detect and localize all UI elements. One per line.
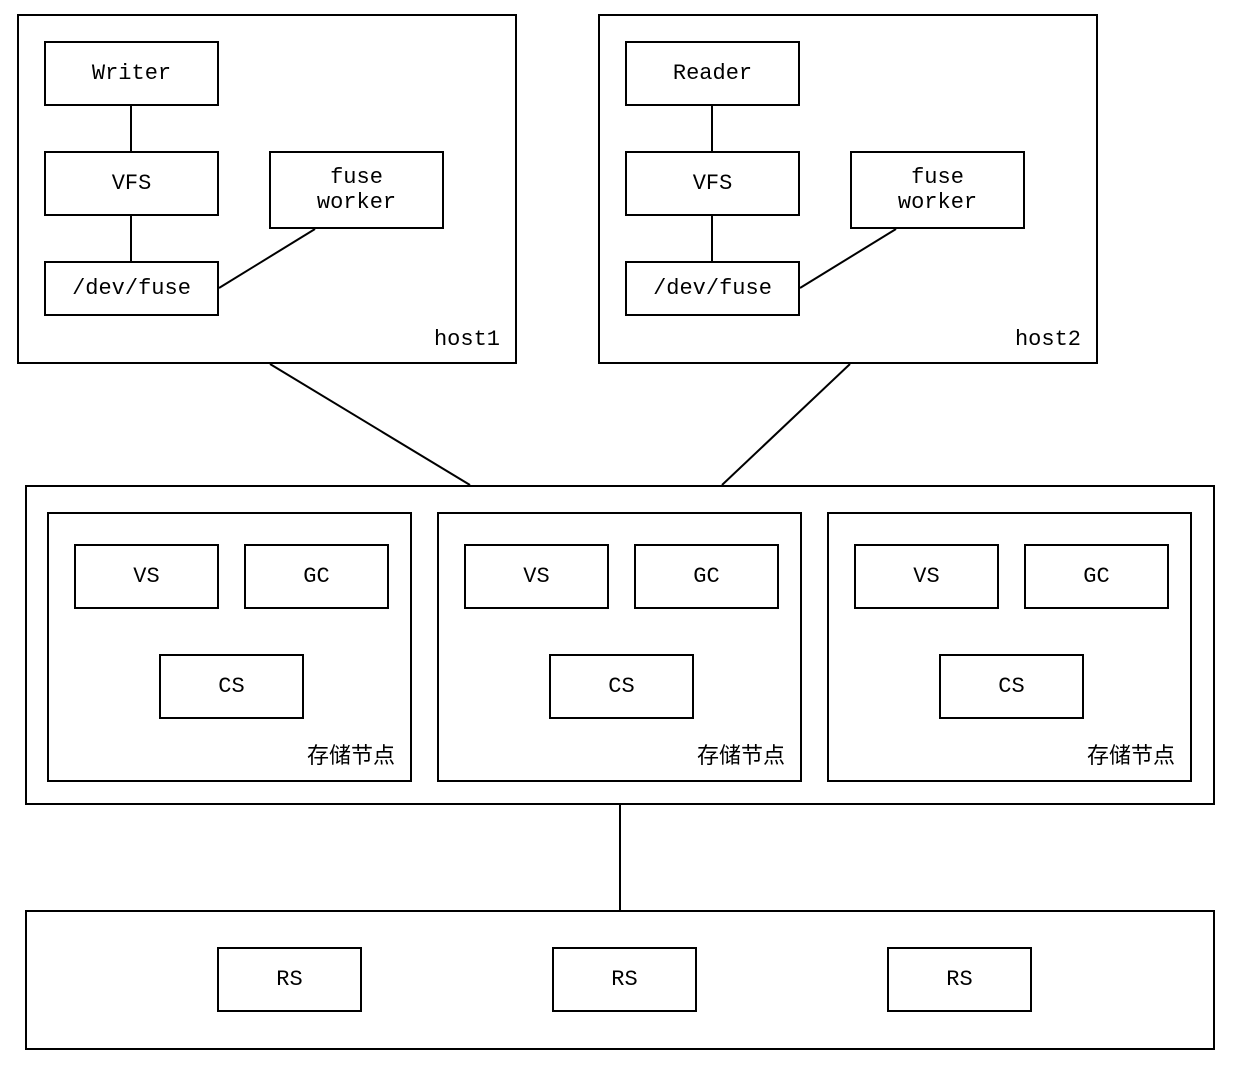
host1-label: host1: [434, 327, 500, 352]
fuseworker-line2-host1: worker: [317, 190, 396, 215]
host2-container: Reader VFS fuse worker /dev/fuse host2: [598, 14, 1098, 364]
storage-tier-container: VS GC CS 存储节点 VS GC CS 存储节点 VS GC CS: [25, 485, 1215, 805]
vs-label-1: VS: [133, 564, 159, 589]
gc-box-1: GC: [244, 544, 389, 609]
fuseworker-box-host2: fuse worker: [850, 151, 1025, 229]
vs-box-1: VS: [74, 544, 219, 609]
writer-box: Writer: [44, 41, 219, 106]
storage-node-label-3: 存储节点: [1087, 738, 1175, 770]
fuseworker-line1-host1: fuse: [330, 165, 383, 190]
storage-node-3: VS GC CS 存储节点: [827, 512, 1192, 782]
vs-label-2: VS: [523, 564, 549, 589]
cs-box-3: CS: [939, 654, 1084, 719]
devfuse-label-host1: /dev/fuse: [72, 276, 191, 301]
storage-node-label-1: 存储节点: [307, 738, 395, 770]
gc-box-2: GC: [634, 544, 779, 609]
cs-label-1: CS: [218, 674, 244, 699]
writer-label: Writer: [92, 61, 171, 86]
cs-box-2: CS: [549, 654, 694, 719]
vs-box-3: VS: [854, 544, 999, 609]
host2-label: host2: [1015, 327, 1081, 352]
gc-box-3: GC: [1024, 544, 1169, 609]
gc-label-2: GC: [693, 564, 719, 589]
storage-node-2: VS GC CS 存储节点: [437, 512, 802, 782]
storage-node-label-2: 存储节点: [697, 738, 785, 770]
vs-label-3: VS: [913, 564, 939, 589]
devfuse-label-host2: /dev/fuse: [653, 276, 772, 301]
gc-label-3: GC: [1083, 564, 1109, 589]
vfs-box-host1: VFS: [44, 151, 219, 216]
rs-label-2: RS: [611, 967, 637, 992]
fuseworker-line2-host2: worker: [898, 190, 977, 215]
rs-label-3: RS: [946, 967, 972, 992]
rs-box-3: RS: [887, 947, 1032, 1012]
cs-label-2: CS: [608, 674, 634, 699]
rs-box-2: RS: [552, 947, 697, 1012]
devfuse-box-host2: /dev/fuse: [625, 261, 800, 316]
rs-label-1: RS: [276, 967, 302, 992]
fuseworker-box-host1: fuse worker: [269, 151, 444, 229]
vfs-label-host2: VFS: [693, 171, 733, 196]
reader-label: Reader: [673, 61, 752, 86]
cs-label-3: CS: [998, 674, 1024, 699]
vs-box-2: VS: [464, 544, 609, 609]
vfs-label-host1: VFS: [112, 171, 152, 196]
storage-node-1: VS GC CS 存储节点: [47, 512, 412, 782]
reader-box: Reader: [625, 41, 800, 106]
fuseworker-line1-host2: fuse: [911, 165, 964, 190]
cs-box-1: CS: [159, 654, 304, 719]
devfuse-box-host1: /dev/fuse: [44, 261, 219, 316]
gc-label-1: GC: [303, 564, 329, 589]
vfs-box-host2: VFS: [625, 151, 800, 216]
rs-tier-container: RS RS RS: [25, 910, 1215, 1050]
host1-container: Writer VFS fuse worker /dev/fuse host1: [17, 14, 517, 364]
rs-box-1: RS: [217, 947, 362, 1012]
